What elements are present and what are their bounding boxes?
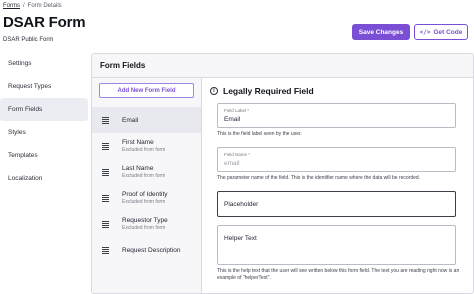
placeholder-value: Placeholder [224,201,259,208]
field-detail: i Legally Required Field Field Label * E… [202,78,473,293]
field-list: Add New Form Field Email First Name Exclu… [92,78,202,293]
breadcrumb-separator: / [23,3,25,9]
sidebar-item-localization[interactable]: Localization [0,167,88,190]
drag-handle-icon[interactable] [102,168,109,176]
detail-title-text: Legally Required Field [223,86,314,96]
list-item-status: Excluded from form [122,225,166,231]
info-icon: i [210,87,218,95]
field-name-input[interactable]: Field Name * email [217,147,456,172]
page-subtitle: DSAR Public Form [3,37,54,43]
list-item[interactable]: Request Description [92,237,201,263]
field-label-input[interactable]: Field Label * Email [217,103,456,128]
drag-handle-icon[interactable] [102,220,109,228]
breadcrumb-forms-link[interactable]: Forms [3,3,20,9]
drag-handle-icon[interactable] [102,194,109,202]
list-item[interactable]: Proof of Identity Excluded from form [92,185,201,211]
sidebar: Settings Request Types Form Fields Style… [0,52,88,190]
sidebar-item-request-types[interactable]: Request Types [0,75,88,98]
field-name-label: Field Name * [224,152,251,157]
list-item-status: Excluded from form [122,173,166,179]
list-item[interactable]: Email [92,107,201,133]
list-item[interactable]: First Name Excluded from form [92,133,201,159]
detail-title: i Legally Required Field [210,86,314,96]
list-item-label: Proof of Identity [122,191,168,198]
list-item-status: Excluded from form [122,199,166,205]
helper-text-help: This is the help text that the user will… [217,268,460,281]
form-fields-panel: Form Fields Add New Form Field Email Fir… [91,53,474,294]
panel-title: Form Fields [92,54,473,78]
list-item[interactable]: Requestor Type Excluded from form [92,211,201,237]
breadcrumb-current: Form Details [27,3,62,9]
field-label-help: This is the field label seen by the user… [217,131,302,137]
list-item-label: Last Name [122,165,154,172]
breadcrumb: Forms / Form Details [3,3,62,9]
drag-handle-icon[interactable] [102,246,109,254]
sidebar-item-templates[interactable]: Templates [0,144,88,167]
get-code-button[interactable]: </> Get Code [414,24,468,40]
list-item-label: Email [122,116,139,124]
code-icon: </> [419,28,431,36]
list-item-label: Requestor Type [122,217,168,224]
list-item-label: First Name [122,139,154,146]
list-item-status: Excluded from form [122,147,166,153]
drag-handle-icon[interactable] [102,116,109,124]
save-changes-button[interactable]: Save Changes [352,24,410,40]
helper-text-input[interactable]: Helper Text [217,225,456,265]
sidebar-item-settings[interactable]: Settings [0,52,88,75]
drag-handle-icon[interactable] [102,142,109,150]
field-label-value: Email [224,116,241,123]
add-form-field-button[interactable]: Add New Form Field [99,83,194,98]
field-name-value: email [224,160,240,167]
sidebar-item-styles[interactable]: Styles [0,121,88,144]
placeholder-input[interactable]: Placeholder [217,191,456,217]
field-name-help: The parameter name of the field. This is… [217,175,421,181]
list-item-label: Request Description [122,246,181,254]
helper-text-value: Helper Text [224,235,257,242]
list-item[interactable]: Last Name Excluded from form [92,159,201,185]
page-title: DSAR Form [3,14,86,31]
field-label-label: Field Label * [224,108,250,113]
get-code-label: Get Code [433,28,463,36]
sidebar-item-form-fields[interactable]: Form Fields [0,98,88,121]
